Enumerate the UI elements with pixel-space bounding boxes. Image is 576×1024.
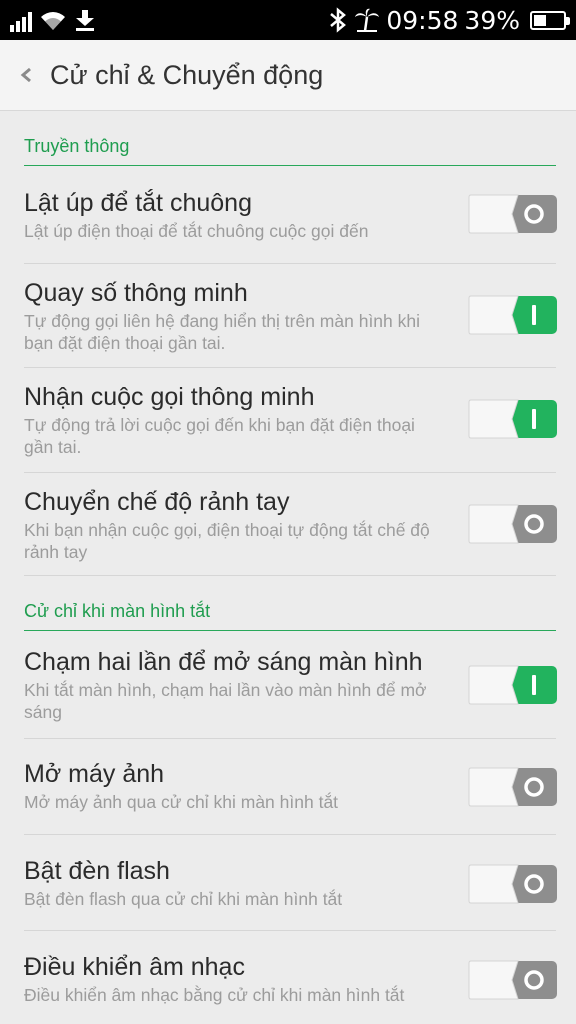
- toggle-graphic: [468, 960, 557, 1000]
- toggle-graphic: [468, 399, 557, 439]
- app-bar: Cử chỉ & Chuyển động: [0, 40, 576, 111]
- section-header-screen-off-gestures: Cử chỉ khi màn hình tắt: [24, 576, 556, 631]
- section-header-communication: Truyền thông: [24, 111, 556, 166]
- battery-icon: [530, 10, 570, 30]
- toggle-graphic: [468, 504, 557, 544]
- toggle-switch-off[interactable]: [468, 765, 560, 809]
- chevron-left-icon: [20, 67, 31, 83]
- toggle-switch-on[interactable]: [468, 663, 560, 707]
- setting-subtitle: Bật đèn flash qua cử chỉ khi màn hình tắ…: [24, 889, 343, 909]
- toggle-graphic: [468, 767, 557, 807]
- download-icon: [76, 10, 94, 31]
- toggle-switch-off[interactable]: [468, 502, 560, 546]
- setting-subtitle: Lật úp điện thoại để tắt chuông cuộc gọi…: [24, 221, 369, 241]
- setting-open-camera[interactable]: Mở máy ảnh Mở máy ảnh qua cử chỉ khi màn…: [24, 739, 557, 835]
- setting-flip-to-mute[interactable]: Lật úp để tắt chuông Lật úp điện thoại đ…: [24, 166, 557, 264]
- palm-tree-icon: [355, 8, 380, 32]
- toggle-graphic: [468, 194, 557, 234]
- settings-list: Truyền thông Lật úp để tắt chuông Lật úp…: [0, 111, 576, 1024]
- status-right: 09:58 39%: [328, 0, 570, 40]
- battery-percent: 39%: [464, 5, 520, 35]
- setting-subtitle: Khi bạn nhận cuộc gọi, điện thoại tự độn…: [24, 520, 430, 562]
- toggle-switch-off[interactable]: [468, 192, 560, 236]
- setting-subtitle: Tự động gọi liên hệ đang hiển thị trên m…: [24, 311, 421, 353]
- toggle-graphic: [468, 295, 557, 335]
- toggle-switch-off[interactable]: [468, 958, 560, 1002]
- bluetooth-icon: [330, 7, 347, 33]
- setting-subtitle: Khi tắt màn hình, chạm hai lần vào màn h…: [24, 680, 427, 722]
- setting-subtitle: Mở máy ảnh qua cử chỉ khi màn hình tắt: [24, 792, 339, 812]
- toggle-switch-on[interactable]: [468, 293, 560, 337]
- back-button[interactable]: [2, 40, 50, 111]
- status-left: [10, 8, 96, 32]
- clock: 09:58: [386, 5, 459, 35]
- page-title: Cử chỉ & Chuyển động: [50, 59, 324, 90]
- signal-icon: [10, 10, 32, 32]
- setting-handsfree-switch[interactable]: Chuyển chế độ rảnh tay Khi bạn nhận cuộc…: [24, 473, 557, 576]
- section-title: Cử chỉ khi màn hình tắt: [24, 601, 211, 621]
- setting-music-control[interactable]: Điều khiển âm nhạc Điều khiển âm nhạc bằ…: [24, 931, 557, 1024]
- status-bar: 09:58 39%: [0, 0, 576, 40]
- section-title: Truyền thông: [24, 136, 130, 156]
- setting-double-tap-wake[interactable]: Chạm hai lần để mở sáng màn hình Khi tắt…: [24, 631, 557, 739]
- setting-flashlight[interactable]: Bật đèn flash Bật đèn flash qua cử chỉ k…: [24, 835, 557, 931]
- setting-subtitle: Tự động trả lời cuộc gọi đến khi bạn đặt…: [24, 415, 415, 457]
- toggle-graphic: [468, 864, 557, 904]
- toggle-switch-on[interactable]: [468, 397, 560, 441]
- wifi-icon: [41, 12, 65, 30]
- setting-smart-dial[interactable]: Quay số thông minh Tự động gọi liên hệ đ…: [24, 264, 557, 368]
- setting-smart-answer[interactable]: Nhận cuộc gọi thông minh Tự động trả lời…: [24, 368, 557, 473]
- toggle-switch-off[interactable]: [468, 862, 560, 906]
- setting-subtitle: Điều khiển âm nhạc bằng cử chỉ khi màn h…: [24, 985, 405, 1005]
- toggle-graphic: [468, 665, 557, 705]
